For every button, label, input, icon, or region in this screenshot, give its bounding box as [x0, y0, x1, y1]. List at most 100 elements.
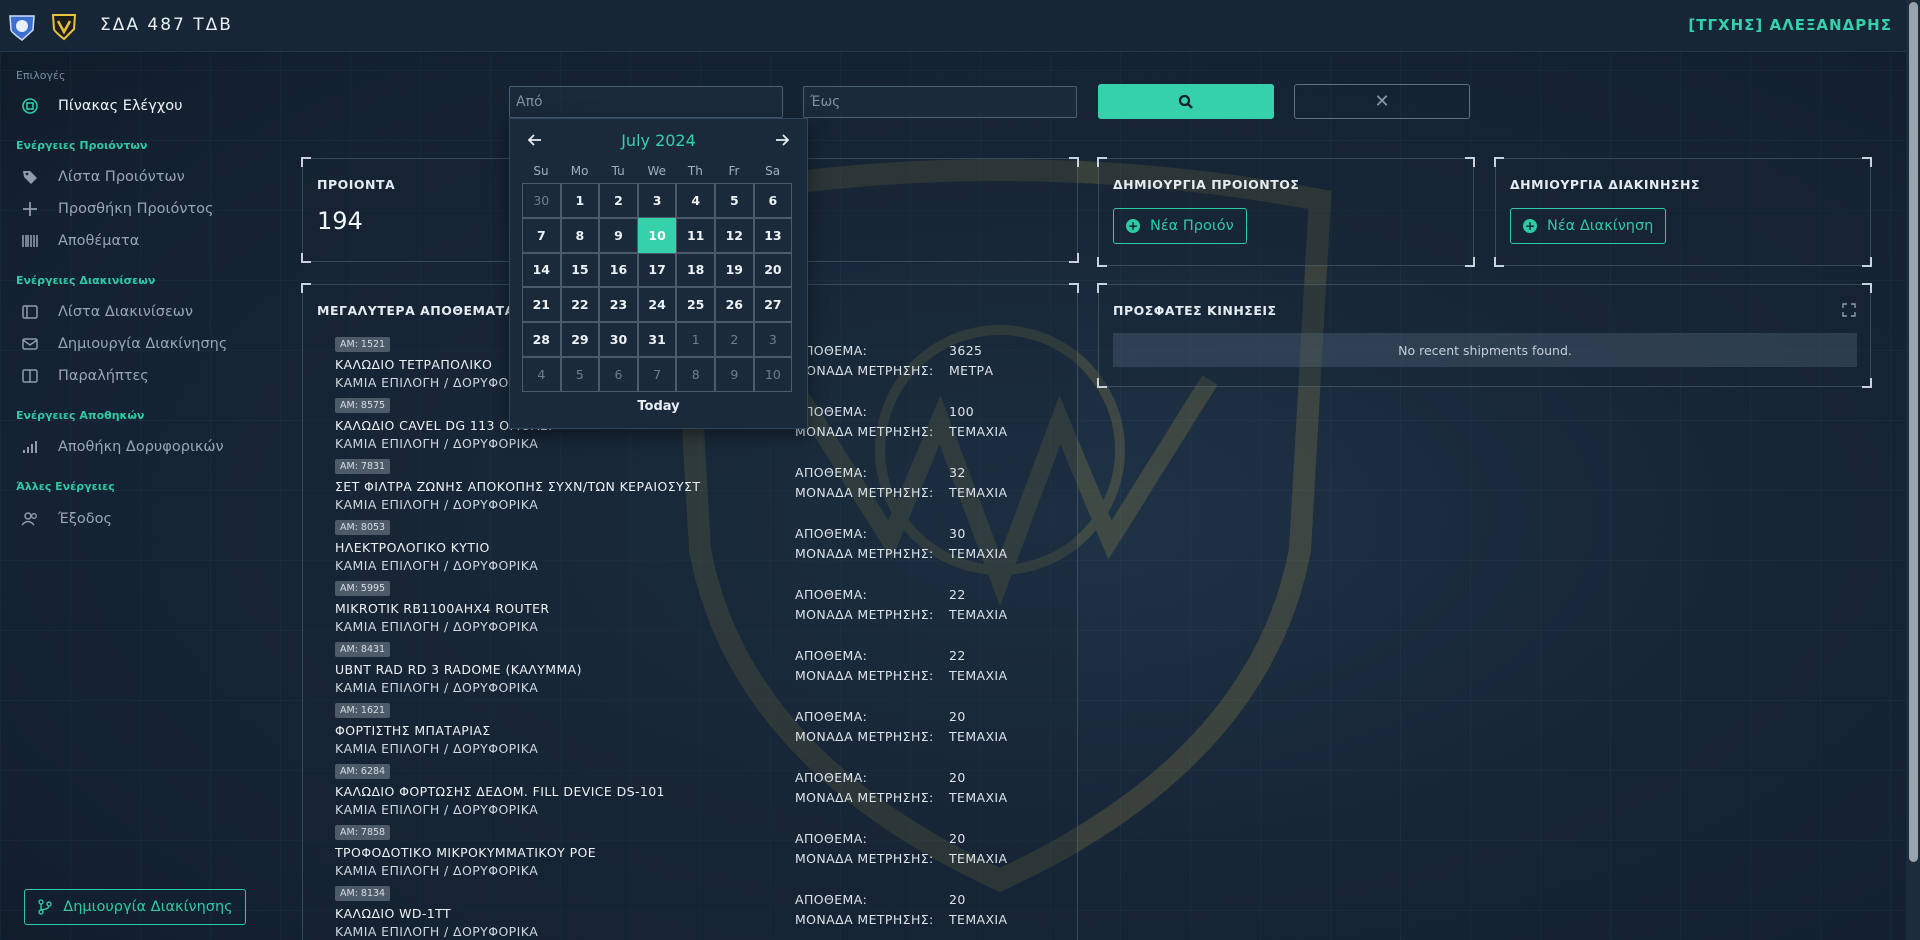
expand-icon[interactable]: [1842, 303, 1856, 317]
stock-label: ΑΠΟΘΕΜΑ:: [795, 648, 868, 663]
calendar-day[interactable]: 11: [676, 217, 715, 253]
calendar-day[interactable]: 3: [637, 183, 677, 218]
sidebar-item-shipment-list[interactable]: Λίστα Διακινίσεων: [20, 299, 193, 325]
sidebar-item-dashboard[interactable]: Πίνακας Ελέγχου: [20, 93, 183, 119]
unit-value: ΤΕΜΑΧΙΑ: [949, 668, 1008, 683]
calendar-day[interactable]: 10: [753, 357, 793, 392]
calendar-day[interactable]: 19: [715, 252, 754, 288]
page-scrollbar[interactable]: [1906, 0, 1920, 940]
calendar-day[interactable]: 2: [599, 183, 638, 218]
sidebar-item-satellite-warehouse[interactable]: Αποθήκη Δορυφορικών: [20, 434, 224, 460]
calendar-day[interactable]: 5: [560, 357, 600, 392]
scrollbar-thumb[interactable]: [1909, 2, 1918, 862]
sidebar-item-add-product[interactable]: Προσθήκη Προιόντος: [20, 196, 214, 222]
clear-button[interactable]: ✕: [1294, 84, 1470, 119]
unit-label: ΜΟΝΑΔΑ ΜΕΤΡΗΣΗΣ:: [795, 668, 934, 683]
product-category: ΚΑΜΙΑ ΕΠΙΛΟΓΗ / ΔΟΡΥΦΟΡΙΚΑ: [335, 375, 539, 390]
calendar-day[interactable]: 9: [599, 217, 638, 253]
calendar-day[interactable]: 15: [560, 252, 600, 288]
calendar-day[interactable]: 14: [522, 252, 561, 288]
list-item[interactable]: ΑΜ: 6284 ΚΑΛΩΔΙΟ ΦΟΡΤΩΣΗΣ ΔΕΔΟΜ. FILL DEV…: [303, 764, 1073, 825]
calendar-day[interactable]: 5: [715, 183, 754, 218]
list-item[interactable]: ΑΜ: 8134 ΚΑΛΩΔΙΟ WD-1TT ΚΑΜΙΑ ΕΠΙΛΟΓΗ / ΔΟ…: [303, 886, 1073, 940]
calendar-day[interactable]: 12: [715, 217, 754, 253]
calendar-day[interactable]: 16: [599, 252, 638, 288]
unit-value: ΤΕΜΑΧΙΑ: [949, 485, 1008, 500]
calendar-day[interactable]: 22: [560, 287, 600, 323]
calendar-day[interactable]: 25: [676, 287, 715, 323]
new-product-button[interactable]: + Νέα Προιόν: [1113, 208, 1247, 244]
create-shipment-button[interactable]: Δημιουργία Διακίνησης: [24, 889, 246, 925]
calendar-day[interactable]: 21: [522, 287, 561, 323]
stock-value: 20: [949, 892, 966, 907]
stock-label: ΑΠΟΘΕΜΑ:: [795, 526, 868, 541]
product-name: ΣΕΤ ΦΙΛΤΡΑ ΖΩΝΗΣ ΑΠΟΚΟΠΗΣ ΣΥΧΝ/ΤΩΝ ΚΕΡΑΙ…: [335, 479, 701, 494]
calendar-day[interactable]: 20: [753, 252, 793, 288]
sidebar-item-create-shipment[interactable]: Δημιουργία Διακίνησης: [20, 331, 227, 357]
unit-logo-icon[interactable]: [6, 10, 38, 42]
calendar-day[interactable]: 17: [637, 252, 677, 288]
product-name: ΚΑΛΩΔΙΟ ΦΟΡΤΩΣΗΣ ΔΕΔΟΜ. FILL DEVICE DS-1…: [335, 784, 665, 799]
sidebar-item-product-list[interactable]: Λίστα Προιόντων: [20, 164, 185, 190]
calendar-day[interactable]: 9: [715, 357, 754, 392]
calendar-day[interactable]: 18: [676, 252, 715, 288]
user-name[interactable]: [ΤΓΧΗΣ] ΑΛΕΞΑΝΔΡΗΣ: [1688, 16, 1892, 34]
calendar-day-selected[interactable]: 10: [637, 217, 677, 253]
date-from-input[interactable]: [509, 86, 783, 118]
calendar-day[interactable]: 30: [599, 322, 638, 357]
sidebar-item-logout[interactable]: Έξοδος: [20, 506, 112, 532]
calendar-day[interactable]: 6: [753, 183, 793, 218]
calendar-day[interactable]: 4: [522, 357, 561, 392]
plus-icon: [20, 199, 40, 219]
calendar-day[interactable]: 27: [753, 287, 793, 323]
list-item[interactable]: ΑΜ: 1621 ΦΟΡΤΙΣΤΗΣ ΜΠΑΤΑΡΙΑΣ ΚΑΜΙΑ ΕΠΙΛΟΓΗ…: [303, 703, 1073, 764]
sidebar-item-label: Δημιουργία Διακίνησης: [58, 336, 228, 352]
product-code-badge: ΑΜ: 1521: [335, 337, 391, 352]
new-shipment-button[interactable]: + Νέα Διακίνηση: [1510, 208, 1667, 244]
calendar-day[interactable]: 24: [637, 287, 677, 323]
product-category: ΚΑΜΙΑ ΕΠΙΛΟΓΗ / ΔΟΡΥΦΟΡΙΚΑ: [335, 741, 539, 756]
list-item[interactable]: ΑΜ: 8053 ΗΛΕΚΤΡΟΛΟΓΙΚΟ ΚΥΤΙΟ ΚΑΜΙΑ ΕΠΙΛΟΓΗ…: [303, 520, 1073, 581]
list-item[interactable]: ΑΜ: 7858 ΤΡΟΦΟΔΟΤΙΚΟ ΜΙΚΡΟΚΥΜΜΑΤΙΚΟΥ POE Κ…: [303, 825, 1073, 886]
list-item[interactable]: ΑΜ: 5995 MIKROTIK RB1100AHX4 ROUTER ΚΑΜΙΑ …: [303, 581, 1073, 642]
date-to-input[interactable]: [803, 86, 1077, 118]
calendar-day[interactable]: 1: [560, 183, 600, 218]
calendar-day[interactable]: 23: [599, 287, 638, 323]
calendar-day[interactable]: 28: [522, 322, 561, 357]
calendar-month-label[interactable]: July 2024: [510, 131, 807, 150]
product-code-badge: ΑΜ: 5995: [335, 581, 391, 596]
calendar-day[interactable]: 26: [715, 287, 754, 323]
battalion-logo-icon[interactable]: [48, 10, 80, 42]
app-brand[interactable]: ΣΔΑ 487 ΤΔΒ: [100, 15, 233, 35]
calendar-day[interactable]: 13: [753, 217, 793, 253]
calendar-day[interactable]: 4: [676, 183, 715, 218]
calendar-day[interactable]: 3: [753, 322, 793, 357]
calendar-day[interactable]: 1: [676, 322, 715, 357]
columns-icon: [20, 366, 40, 386]
sidebar-item-label: Αποθήκη Δορυφορικών: [58, 439, 224, 455]
create-product-card-title: ΔΗΜΙΟΥΡΓΙΑ ΠΡΟΙΟΝΤΟΣ: [1113, 177, 1300, 192]
calendar-day[interactable]: 6: [599, 357, 638, 392]
envelope-icon: [20, 334, 40, 354]
weekday-label: Th: [687, 164, 703, 178]
sidebar-item-label: Λίστα Προιόντων: [58, 169, 185, 185]
product-name: MIKROTIK RB1100AHX4 ROUTER: [335, 601, 550, 616]
product-name: ΚΑΛΩΔΙΟ WD-1TT: [335, 906, 452, 921]
list-item[interactable]: ΑΜ: 7831 ΣΕΤ ΦΙΛΤΡΑ ΖΩΝΗΣ ΑΠΟΚΟΠΗΣ ΣΥΧΝ/Τ…: [303, 459, 1073, 520]
search-button[interactable]: [1098, 84, 1274, 119]
calendar-day[interactable]: 7: [637, 357, 677, 392]
calendar-day[interactable]: 2: [715, 322, 754, 357]
weekday-label: Mo: [570, 164, 589, 178]
sidebar-item-stock[interactable]: Αποθέματα: [20, 228, 139, 254]
calendar-day[interactable]: 7: [522, 217, 561, 253]
list-item[interactable]: ΑΜ: 8431 UBNT RAD RD 3 RADOME (ΚΑΛΥΜΜΑ) ΚΑ…: [303, 642, 1073, 703]
top-bar: ΣΔΑ 487 ΤΔΒ [ΤΓΧΗΣ] ΑΛΕΞΑΝΔΡΗΣ: [0, 0, 1906, 52]
next-month-icon[interactable]: [773, 131, 791, 149]
calendar-day[interactable]: 8: [676, 357, 715, 392]
today-button[interactable]: Today: [510, 399, 807, 414]
calendar-day[interactable]: 29: [560, 322, 600, 357]
sidebar-item-recipients[interactable]: Παραλήπτες: [20, 363, 149, 389]
calendar-day[interactable]: 8: [560, 217, 600, 253]
calendar-day[interactable]: 30: [522, 183, 561, 218]
calendar-day[interactable]: 31: [637, 322, 677, 357]
